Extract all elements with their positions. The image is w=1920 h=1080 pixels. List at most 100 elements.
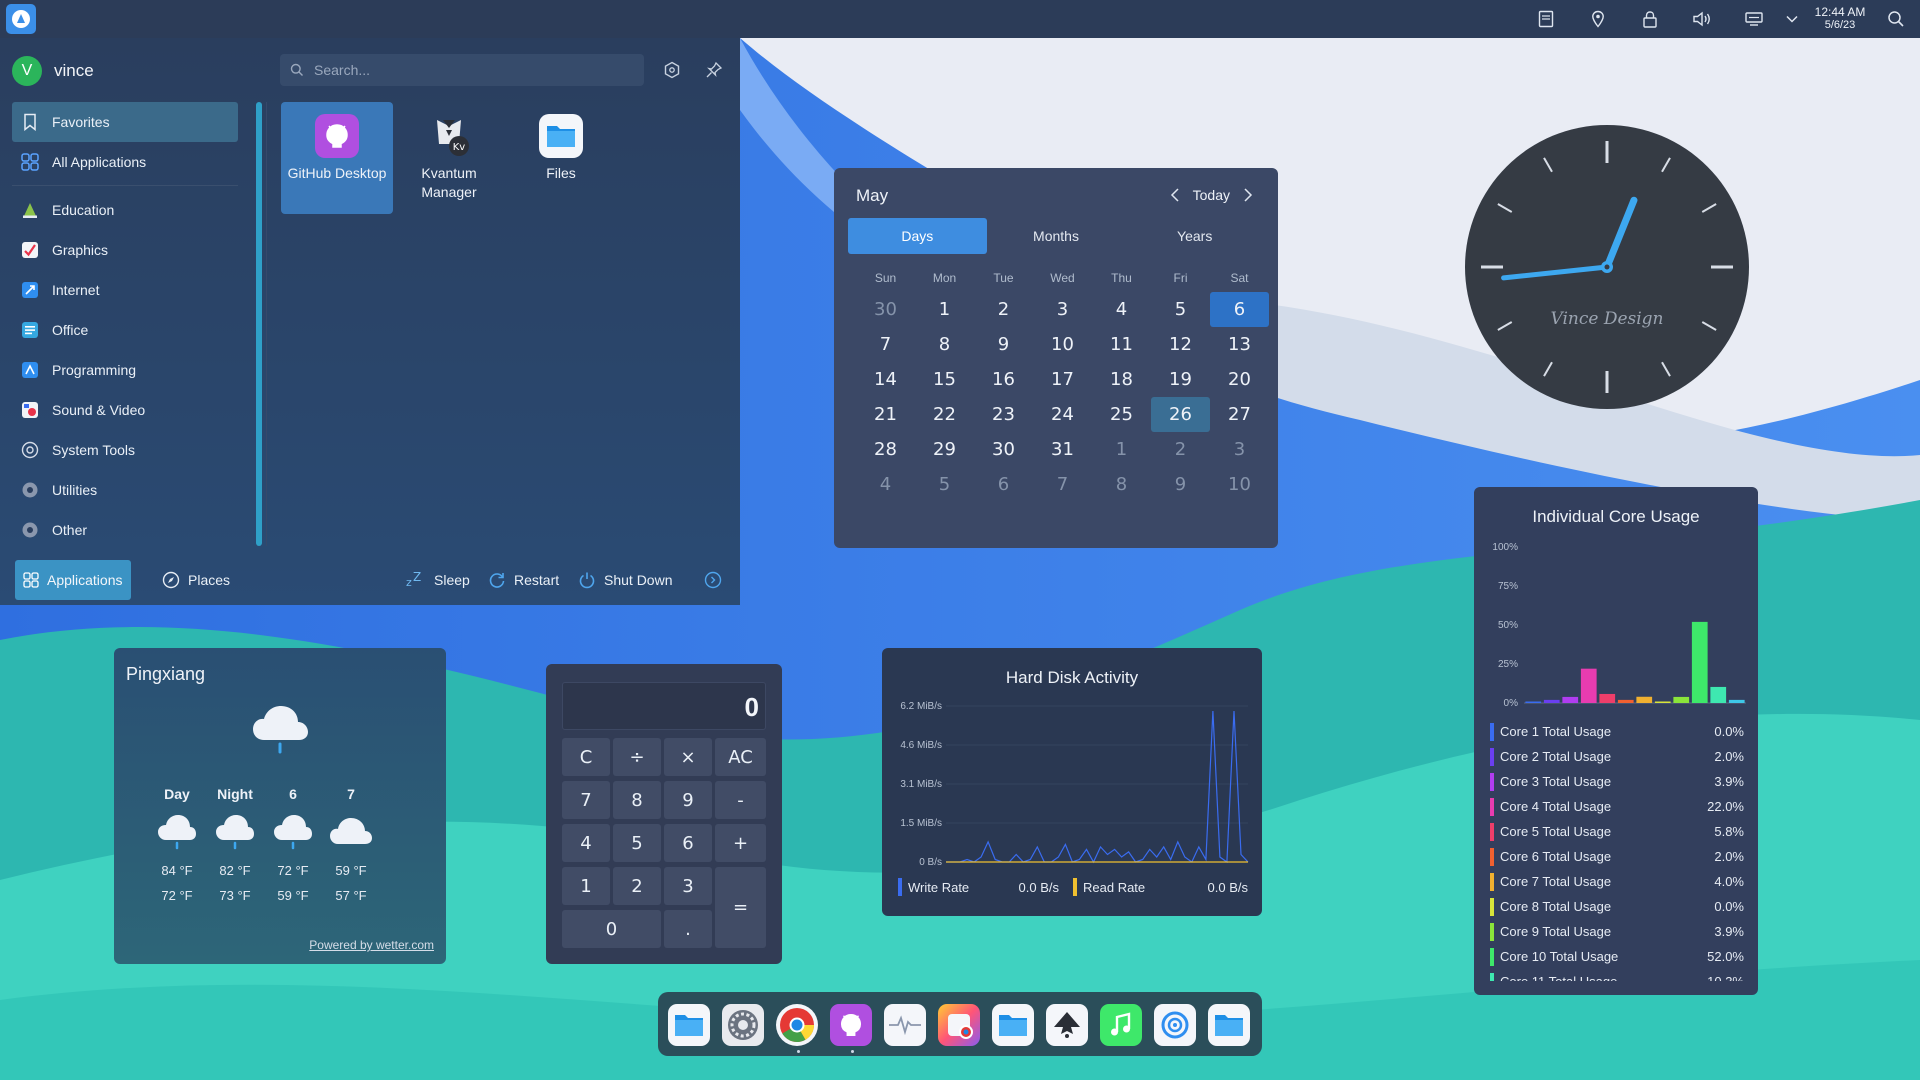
restart-button[interactable]: Restart [488,560,559,600]
calc-key-plus[interactable]: + [715,824,766,862]
calendar-day[interactable]: 3 [1210,432,1269,467]
category-graphics[interactable]: Graphics [12,230,238,270]
calc-key-4[interactable]: 4 [562,824,610,862]
category-utilities[interactable]: Utilities [12,470,238,510]
tab-applications[interactable]: Applications [15,560,131,600]
calendar-day[interactable]: 4 [1092,292,1151,327]
tray-search[interactable] [1882,0,1910,38]
core-usage-list[interactable]: Core 1 Total Usage 0.0% Core 2 Total Usage… [1490,719,1744,981]
chrome-icon[interactable] [776,1004,818,1046]
calc-key-9[interactable]: 9 [664,781,712,819]
search-input[interactable] [314,62,634,78]
menu-settings-button[interactable] [660,58,684,82]
app-files[interactable]: Files [505,102,617,214]
calendar-day[interactable]: 28 [856,432,915,467]
calc-key-clear[interactable]: C [562,738,610,776]
category-system-tools[interactable]: System Tools [12,430,238,470]
shutdown-button[interactable]: Shut Down [578,560,672,600]
calendar-day[interactable]: 17 [1033,362,1092,397]
photos-icon[interactable] [938,1004,980,1046]
system-monitor-icon[interactable] [884,1004,926,1046]
avatar[interactable]: V [12,56,42,86]
category-scrollbar[interactable] [256,102,262,546]
app-github-desktop[interactable]: GitHub Desktop [281,102,393,214]
calc-key-minus[interactable]: - [715,781,766,819]
tray-volume[interactable] [1688,0,1716,38]
calendar-day[interactable]: 15 [915,362,974,397]
category-office[interactable]: Office [12,310,238,350]
github-icon[interactable] [830,1004,872,1046]
app-kvantum-manager[interactable]: Kv Kvantum Manager [393,102,505,214]
calendar-day[interactable]: 30 [856,292,915,327]
calendar-prev-button[interactable] [1165,184,1185,206]
tray-expand[interactable] [1778,0,1806,38]
calc-key-all-clear[interactable]: AC [715,738,766,776]
calendar-day[interactable]: 11 [1092,327,1151,362]
calendar-today-button[interactable]: Today [1193,187,1230,203]
calendar-day[interactable]: 19 [1151,362,1210,397]
calendar-day[interactable]: 6 [974,467,1033,502]
tray-lock[interactable] [1636,0,1664,38]
files-icon[interactable] [668,1004,710,1046]
calendar-day[interactable]: 13 [1210,327,1269,362]
tray-network[interactable] [1740,0,1768,38]
calc-key-3[interactable]: 3 [664,867,712,905]
calendar-day[interactable]: 8 [915,327,974,362]
calendar-day[interactable]: 7 [856,327,915,362]
user-row[interactable]: V vince [12,56,94,86]
calendar-day[interactable]: 1 [915,292,974,327]
calendar-day[interactable]: 25 [1092,397,1151,432]
folder-icon[interactable] [992,1004,1034,1046]
calendar-day[interactable]: 18 [1092,362,1151,397]
search-box[interactable] [280,54,644,86]
calendar-day[interactable]: 7 [1033,467,1092,502]
calc-key-equals[interactable]: = [715,867,766,948]
calendar-day[interactable]: 27 [1210,397,1269,432]
category-programming[interactable]: Programming [12,350,238,390]
calendar-day[interactable]: 20 [1210,362,1269,397]
tab-places[interactable]: Places [162,560,230,600]
calc-key-7[interactable]: 7 [562,781,610,819]
calendar-day[interactable]: 9 [1151,467,1210,502]
tray-notes[interactable] [1532,0,1560,38]
calc-key-8[interactable]: 8 [613,781,661,819]
category-sound-video[interactable]: Sound & Video [12,390,238,430]
calc-key-6[interactable]: 6 [664,824,712,862]
tray-location[interactable] [1584,0,1612,38]
calendar-day[interactable]: 2 [1151,432,1210,467]
category-internet[interactable]: Internet [12,270,238,310]
calendar-day[interactable]: 31 [1033,432,1092,467]
inkscape-icon[interactable] [1046,1004,1088,1046]
calendar-day[interactable]: 16 [974,362,1033,397]
category-other[interactable]: Other [12,510,238,550]
folder-icon[interactable] [1208,1004,1250,1046]
panel-clock[interactable]: 12:44 AM 5/6/23 [1808,6,1872,32]
calc-key-divide[interactable]: ÷ [613,738,661,776]
browser-icon[interactable] [1154,1004,1196,1046]
calendar-day[interactable]: 30 [974,432,1033,467]
calendar-day[interactable]: 14 [856,362,915,397]
calc-key-decimal[interactable]: . [664,910,712,948]
calendar-day[interactable]: 26 [1151,397,1210,432]
calendar-day[interactable]: 29 [915,432,974,467]
settings-icon[interactable] [722,1004,764,1046]
app-launcher-button[interactable] [6,4,36,34]
calendar-day[interactable]: 4 [856,467,915,502]
category-education[interactable]: Education [12,190,238,230]
category-all-applications[interactable]: All Applications [12,142,238,182]
tab-months[interactable]: Months [987,218,1126,254]
calc-key-multiply[interactable]: × [664,738,712,776]
menu-pin-button[interactable] [702,58,726,82]
tab-years[interactable]: Years [1125,218,1264,254]
calendar-day[interactable]: 6 [1210,292,1269,327]
tab-days[interactable]: Days [848,218,987,254]
calendar-day[interactable]: 23 [974,397,1033,432]
calendar-day[interactable]: 9 [974,327,1033,362]
music-icon[interactable] [1100,1004,1142,1046]
calendar-next-button[interactable] [1238,184,1258,206]
calendar-day[interactable]: 8 [1092,467,1151,502]
more-power-options-button[interactable] [704,560,730,600]
calendar-day[interactable]: 22 [915,397,974,432]
calc-key-0[interactable]: 0 [562,910,661,948]
calendar-day[interactable]: 2 [974,292,1033,327]
